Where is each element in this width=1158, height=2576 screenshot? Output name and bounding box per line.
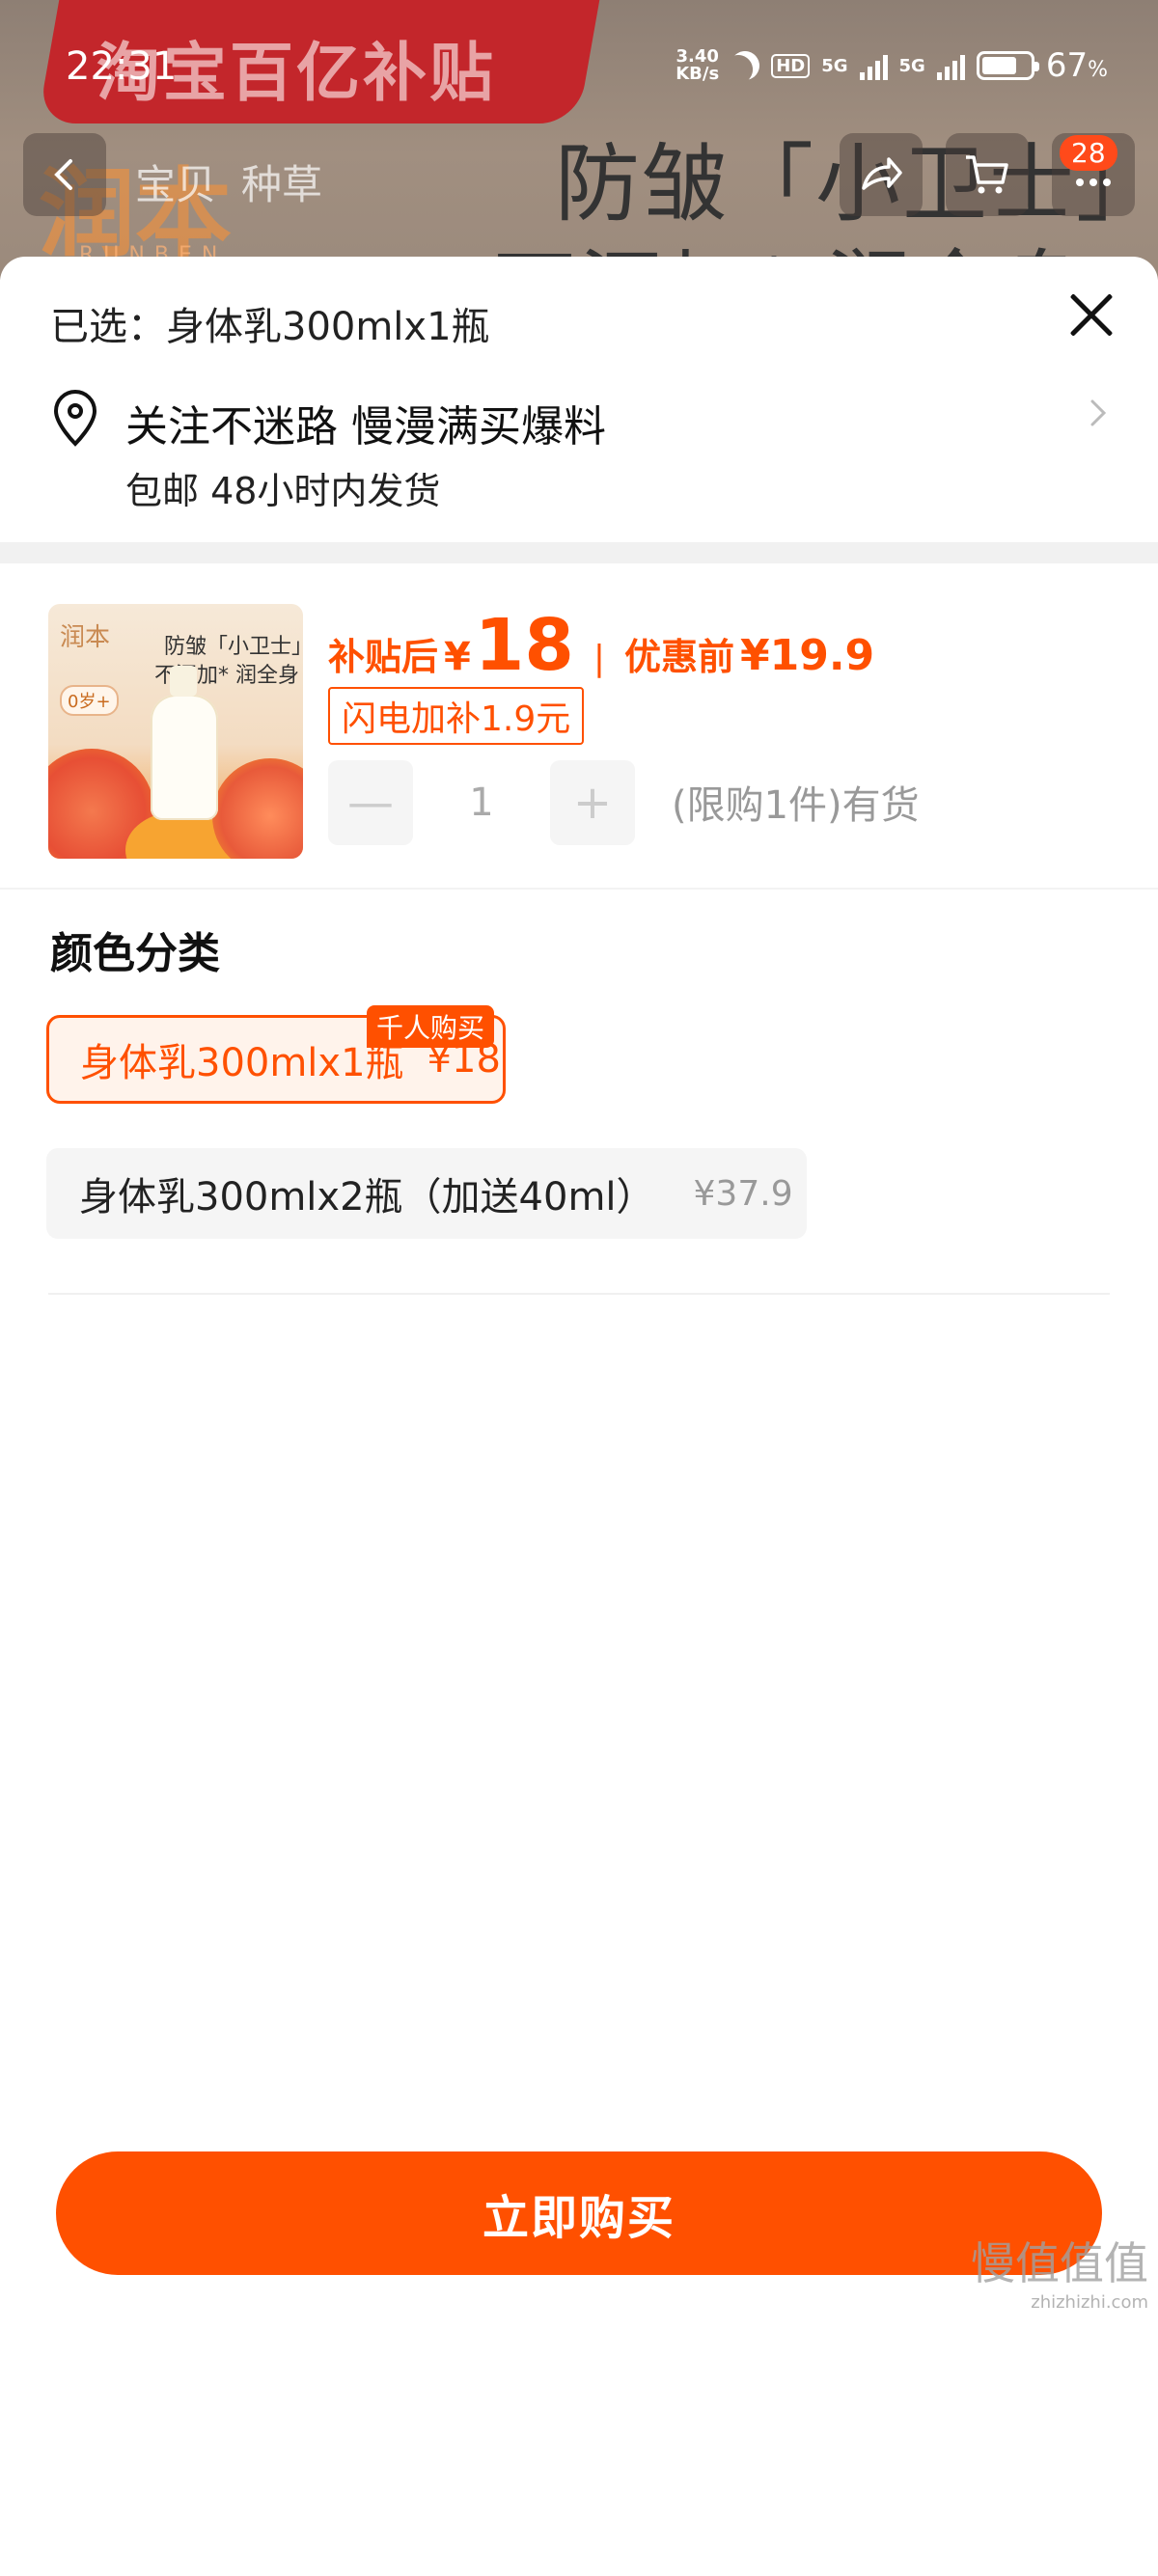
product-summary: 润本 防皱「小卫士」 不添加* 润全身 0岁+ 补贴后 ¥ 18 | 优惠前 ¥… bbox=[48, 604, 1110, 864]
product-thumbnail[interactable]: 润本 防皱「小卫士」 不添加* 润全身 0岁+ bbox=[48, 604, 303, 859]
hd-icon: HD bbox=[771, 53, 811, 78]
sku-option-label: 身体乳300mlx2瓶（加送40ml） bbox=[79, 1175, 655, 1219]
address-row[interactable]: 关注不迷路 慢漫满买爆料 包邮 48小时内发货 bbox=[50, 384, 1112, 529]
original-price-label: 优惠前 bbox=[623, 636, 734, 678]
section-divider bbox=[0, 542, 1158, 563]
decrease-button[interactable]: — bbox=[328, 760, 413, 845]
divider-line bbox=[0, 888, 1158, 890]
flash-subsidy-tag: 闪电加补1.9元 bbox=[328, 687, 585, 745]
color-category-title: 颜色分类 bbox=[50, 929, 220, 978]
net-speed: 3.40 KB/s bbox=[676, 48, 719, 83]
sku-option-2[interactable]: 身体乳300mlx2瓶（加送40ml） ¥37.9 bbox=[46, 1148, 807, 1239]
signal-icon bbox=[859, 51, 888, 80]
subsidy-price: 18 bbox=[474, 604, 574, 687]
popular-badge: 千人购买 bbox=[367, 1005, 495, 1048]
divider-line bbox=[48, 1293, 1110, 1295]
watermark: 慢值值值 zhizhizhi.com bbox=[971, 2229, 1148, 2313]
original-price: ¥19.9 bbox=[740, 631, 875, 680]
status-icons: 3.40 KB/s HD 5G 5G 67% bbox=[676, 46, 1108, 85]
shipping-text: 包邮 48小时内发货 bbox=[125, 470, 441, 512]
close-button[interactable] bbox=[1060, 284, 1121, 345]
watermark-url: zhizhizhi.com bbox=[1031, 2292, 1148, 2313]
status-time: 22:31 bbox=[66, 44, 178, 89]
location-pin-icon bbox=[53, 390, 97, 447]
net-speed-unit: KB/s bbox=[676, 64, 720, 84]
battery-value: 67 bbox=[1045, 46, 1089, 85]
quantity-value[interactable]: 1 bbox=[413, 781, 550, 825]
share-button[interactable] bbox=[840, 133, 923, 216]
sku-option-price: ¥37.9 bbox=[693, 1173, 793, 1214]
subsidy-price-label: 补贴后 bbox=[328, 636, 439, 678]
moon-icon bbox=[726, 46, 765, 86]
tab-seed[interactable]: 种草 bbox=[241, 152, 322, 211]
thumb-age-badge: 0岁+ bbox=[60, 685, 119, 716]
cart-button[interactable] bbox=[946, 133, 1029, 216]
currency-symbol: ¥ bbox=[444, 635, 471, 679]
lotion-bottle-image bbox=[151, 666, 218, 820]
thumb-logo: 润本 bbox=[60, 623, 111, 652]
grapefruit-image bbox=[212, 758, 303, 859]
tab-item[interactable]: 宝贝 bbox=[135, 152, 216, 211]
price-separator: | bbox=[593, 639, 605, 678]
increase-button[interactable]: + bbox=[550, 760, 635, 845]
signal-label-2: 5G bbox=[898, 55, 925, 76]
chevron-left-icon bbox=[54, 159, 72, 190]
cart-count-badge: 28 bbox=[1060, 135, 1117, 171]
product-detail-background: 淘宝百亿补贴 润本 RUNBEN 防皱「小卫士」 不添加* 润全身 22:31 … bbox=[0, 0, 1158, 280]
stock-status: (限购1件)有货 bbox=[672, 783, 920, 828]
sku-option-label: 身体乳300mlx1瓶 bbox=[80, 1041, 404, 1085]
address-text: 关注不迷路 慢漫满买爆料 bbox=[125, 402, 606, 452]
thumb-slogan-1: 防皱「小卫士」 bbox=[164, 635, 303, 659]
selected-sku-text: 已选：身体乳300mlx1瓶 bbox=[50, 305, 490, 349]
quantity-stepper: — 1 + bbox=[328, 760, 635, 845]
chevron-right-icon bbox=[1090, 399, 1107, 426]
battery-unit: % bbox=[1088, 58, 1108, 82]
watermark-text: 慢值值值 bbox=[971, 2237, 1148, 2289]
battery-icon bbox=[976, 51, 1039, 80]
signal-label-1: 5G bbox=[821, 55, 848, 76]
price-line: 补贴后 ¥ 18 | 优惠前 ¥19.9 bbox=[328, 604, 874, 687]
signal-icon bbox=[936, 51, 965, 80]
back-button[interactable] bbox=[23, 133, 106, 216]
battery-percent: 67% bbox=[1046, 46, 1108, 85]
share-icon bbox=[862, 157, 902, 190]
buy-now-button[interactable]: 立即购买 bbox=[56, 2151, 1102, 2275]
cart-icon bbox=[966, 155, 1008, 194]
